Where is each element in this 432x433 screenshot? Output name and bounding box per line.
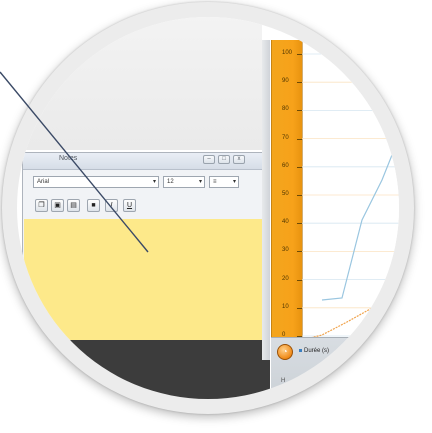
notes-window: Notes – □ x Arial ▾ 12 ▾ ≡ ▾ ❐ ▣ ▤ ■ I U [22, 152, 264, 342]
notes-title-bar[interactable]: Notes – □ x [23, 153, 263, 170]
series-line-blue [321, 135, 399, 301]
status-row: H [281, 378, 285, 384]
format-toolbar: ❐ ▣ ▤ ■ I U [23, 197, 263, 219]
y-tick-label: 90 [282, 78, 289, 85]
copy-icon: ❐ [38, 202, 45, 209]
y-tick-label: 40 [282, 219, 289, 226]
alignment-select[interactable]: ≡ ▾ [209, 176, 239, 188]
note-text-area[interactable] [24, 219, 262, 340]
close-icon: x [237, 156, 241, 162]
paste-icon: ▣ [54, 202, 61, 209]
series-line-orange [302, 291, 399, 341]
font-size-select[interactable]: 12 ▾ [163, 176, 205, 188]
y-tick-label: 30 [282, 247, 289, 254]
timer-button[interactable]: ◔ [277, 344, 293, 360]
paste-button[interactable]: ▣ [51, 199, 64, 212]
y-tick-label: 20 [282, 275, 289, 282]
chart-status-bar: ◔ Durée (s) H [271, 337, 399, 399]
y-tick-label: 80 [282, 106, 289, 113]
desktop-background [17, 17, 262, 150]
legend-marker [299, 348, 302, 352]
status-row-label: H [281, 378, 286, 384]
notes-title: Notes [59, 155, 78, 162]
magnifier-lens: Notes – □ x Arial ▾ 12 ▾ ≡ ▾ ❐ ▣ ▤ ■ I U… [17, 17, 399, 399]
print-button[interactable]: ▤ [67, 199, 80, 212]
y-tick-label: 10 [282, 303, 289, 310]
align-icon: ≡ [213, 179, 217, 185]
dark-panel [17, 340, 270, 399]
chevron-down-icon: ▾ [232, 179, 236, 185]
y-axis: 100 90 80 70 60 50 40 30 20 10 0 [271, 40, 303, 352]
maximize-button[interactable]: □ [218, 155, 230, 164]
underline-button[interactable]: U [123, 199, 136, 212]
font-family-select[interactable]: Arial ▾ [33, 176, 159, 188]
italic-icon: I [110, 202, 113, 209]
maximize-icon: □ [222, 156, 226, 162]
copy-button[interactable]: ❐ [35, 199, 48, 212]
y-tick-label: 50 [282, 191, 289, 197]
bold-icon: ■ [91, 202, 96, 209]
y-tick-label: 100 [282, 50, 293, 56]
font-family-value: Arial [37, 179, 50, 185]
chevron-down-icon: ▾ [198, 179, 202, 185]
chart-plot [302, 40, 399, 352]
minimize-icon: – [207, 156, 211, 162]
clock-icon: ◔ [282, 347, 288, 356]
close-button[interactable]: x [233, 155, 245, 164]
y-tick-label: 70 [282, 134, 289, 141]
chevron-down-icon: ▾ [152, 179, 156, 185]
legend-label: Durée (s) [304, 348, 330, 354]
print-icon: ▤ [70, 202, 77, 209]
bold-button[interactable]: ■ [87, 199, 100, 212]
italic-button[interactable]: I [105, 199, 118, 212]
underline-icon: U [126, 202, 133, 209]
font-toolbar: Arial ▾ 12 ▾ ≡ ▾ [23, 171, 263, 193]
minimize-button[interactable]: – [203, 155, 215, 164]
legend-entry[interactable]: Durée (s) [299, 348, 329, 354]
window-border [262, 40, 270, 360]
y-tick-label: 60 [282, 162, 289, 169]
font-size-value: 12 [167, 179, 174, 185]
